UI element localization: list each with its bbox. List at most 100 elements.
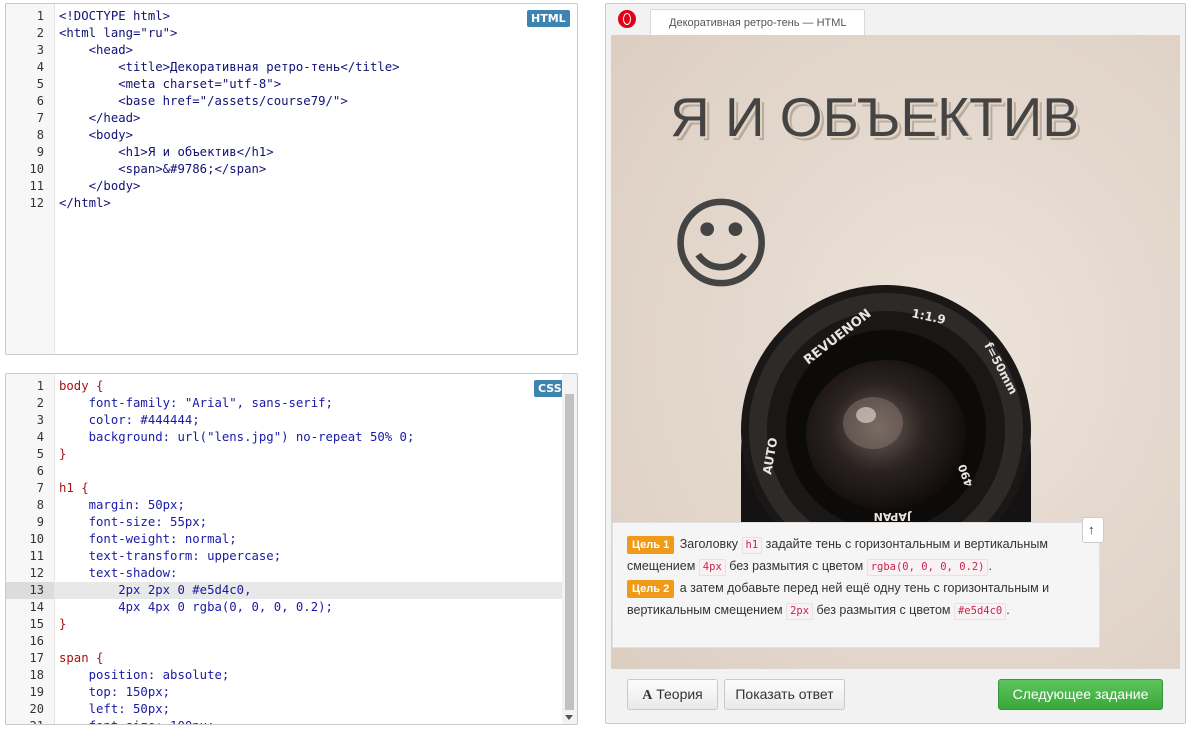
code-line[interactable]: 15} — [6, 616, 577, 633]
goal-text: без размытия с цветом — [725, 559, 867, 573]
html-editor-lines[interactable]: 1 <!DOCTYPE html> 2 <html lang="ru"> 3 <head… — [6, 8, 577, 212]
line-code[interactable]: <body> — [59, 127, 133, 144]
smiley-icon: ☺ — [669, 186, 774, 303]
code-line[interactable]: 4 <title>Декоративная ретро-тень</title> — [6, 59, 577, 76]
code-line[interactable]: 17 span { — [6, 650, 577, 667]
line-number: 19 — [29, 685, 44, 699]
goal-text: без размытия с цветом — [813, 603, 954, 617]
code-line[interactable]: 21 font-size: 100px; — [6, 718, 577, 724]
line-number: 14 — [29, 600, 44, 614]
code-line[interactable]: 1 <!DOCTYPE html> — [6, 8, 577, 25]
code-line[interactable]: 1 body { — [6, 378, 577, 395]
code-line[interactable]: 11 </body> — [6, 178, 577, 195]
line-code[interactable]: </html> — [59, 195, 111, 212]
css-badge: CSS — [534, 380, 566, 397]
line-number: 2 — [36, 26, 44, 40]
code-line[interactable]: 8 margin: 50px; — [6, 497, 577, 514]
line-code[interactable]: <!DOCTYPE html> — [59, 8, 170, 25]
line-code[interactable]: 2px 2px 0 #e5d4c0, — [59, 582, 251, 599]
code-line[interactable]: 7 </head> — [6, 110, 577, 127]
line-code[interactable]: margin: 50px; — [59, 497, 185, 514]
arrow-up-icon: ↑ — [1088, 522, 1095, 537]
code-line[interactable]: 10 font-weight: normal; — [6, 531, 577, 548]
collapse-goals-button[interactable]: ↑ — [1082, 517, 1104, 543]
code-line[interactable]: 18 position: absolute; — [6, 667, 577, 684]
line-number: 8 — [36, 498, 44, 512]
line-code[interactable]: </body> — [59, 178, 141, 195]
code-line[interactable]: 3 color: #444444; — [6, 412, 577, 429]
line-code[interactable]: font-weight: normal; — [59, 531, 237, 548]
line-code[interactable]: background: url("lens.jpg") no-repeat 50… — [59, 429, 415, 446]
code-line[interactable]: 12 </html> — [6, 195, 577, 212]
line-code[interactable]: color: #444444; — [59, 412, 200, 429]
code-line[interactable]: 3 <head> — [6, 42, 577, 59]
line-number: 4 — [36, 430, 44, 444]
code-line[interactable]: 16 — [6, 633, 577, 650]
code-line[interactable]: 6 <base href="/assets/course79/"> — [6, 93, 577, 110]
scrollbar-thumb[interactable] — [565, 394, 574, 710]
code-line[interactable]: 8 <body> — [6, 127, 577, 144]
line-code[interactable]: <html lang="ru"> — [59, 25, 177, 42]
line-code[interactable]: text-transform: uppercase; — [59, 548, 282, 565]
line-number: 11 — [29, 179, 44, 193]
line-code[interactable]: position: absolute; — [59, 667, 230, 684]
goal-text: . — [1006, 603, 1010, 617]
code-line[interactable]: 13 2px 2px 0 #e5d4c0, — [6, 582, 577, 599]
line-code[interactable]: font-size: 55px; — [59, 514, 207, 531]
line-code[interactable]: <base href="/assets/course79/"> — [59, 93, 348, 110]
scroll-down-icon[interactable] — [565, 715, 573, 720]
code-line[interactable]: 9 font-size: 55px; — [6, 514, 577, 531]
line-number: 4 — [36, 60, 44, 74]
css-editor-scrollbar[interactable] — [562, 374, 577, 724]
line-number: 8 — [36, 128, 44, 142]
line-code[interactable]: } — [59, 446, 66, 463]
line-code[interactable]: body { — [59, 378, 103, 395]
theory-button[interactable]: A Теория — [627, 679, 718, 710]
line-code[interactable]: <meta charset="utf-8"> — [59, 76, 281, 93]
line-code[interactable]: h1 { — [59, 480, 89, 497]
code-line[interactable]: 7 h1 { — [6, 480, 577, 497]
line-code[interactable]: top: 150px; — [59, 684, 170, 701]
line-number: 13 — [6, 582, 54, 599]
show-answer-button[interactable]: Показать ответ — [724, 679, 845, 710]
code-line[interactable]: 12 text-shadow: — [6, 565, 577, 582]
css-editor-lines[interactable]: 1 body {2 font-family: "Arial", sans-seri… — [6, 378, 577, 724]
line-code[interactable]: font-family: "Arial", sans-serif; — [59, 395, 333, 412]
goal-label: Цель 2 — [627, 580, 675, 598]
code-line[interactable]: 2 font-family: "Arial", sans-serif; — [6, 395, 577, 412]
code-line[interactable]: 4 background: url("lens.jpg") no-repeat … — [6, 429, 577, 446]
line-code[interactable]: text-shadow: — [59, 565, 178, 582]
code-line[interactable]: 14 4px 4px 0 rgba(0, 0, 0, 0.2); — [6, 599, 577, 616]
line-code[interactable]: <h1>Я и объектив</h1> — [59, 144, 273, 161]
line-code[interactable]: <head> — [59, 42, 133, 59]
line-code[interactable]: font-size: 100px; — [59, 718, 215, 724]
code-line[interactable]: 5} — [6, 446, 577, 463]
line-code[interactable]: span { — [59, 650, 103, 667]
code-line[interactable]: 11 text-transform: uppercase; — [6, 548, 577, 565]
line-number: 12 — [29, 196, 44, 210]
line-code[interactable]: } — [59, 616, 66, 633]
code-chip: #e5d4c0 — [953, 603, 1007, 620]
code-line[interactable]: 20 left: 50px; — [6, 701, 577, 718]
code-line[interactable]: 2 <html lang="ru"> — [6, 25, 577, 42]
theory-label: Теория — [656, 686, 703, 702]
line-code[interactable]: </head> — [59, 110, 141, 127]
line-code[interactable]: <title>Декоративная ретро-тень</title> — [59, 59, 399, 76]
code-line[interactable]: 5 <meta charset="utf-8"> — [6, 76, 577, 93]
code-line[interactable]: 19 top: 150px; — [6, 684, 577, 701]
next-task-button[interactable]: Следующее задание — [998, 679, 1163, 710]
line-number: 5 — [36, 77, 44, 91]
line-code[interactable]: 4px 4px 0 rgba(0, 0, 0, 0.2); — [59, 599, 333, 616]
code-line[interactable]: 9 <h1>Я и объектив</h1> — [6, 144, 577, 161]
theory-icon: A — [642, 688, 653, 703]
line-number: 6 — [36, 94, 44, 108]
line-number: 3 — [36, 43, 44, 57]
line-code[interactable]: left: 50px; — [59, 701, 170, 718]
code-line[interactable]: 10 <span>&#9786;</span> — [6, 161, 577, 178]
code-line[interactable]: 6 — [6, 463, 577, 480]
goals-panel: Цель 1 Заголовку h1 задайте тень с гориз… — [612, 522, 1100, 648]
line-number: 16 — [29, 634, 44, 648]
css-editor[interactable]: 1 body {2 font-family: "Arial", sans-seri… — [5, 373, 578, 725]
html-editor[interactable]: 1 <!DOCTYPE html> 2 <html lang="ru"> 3 <head… — [5, 3, 578, 355]
line-code[interactable]: <span>&#9786;</span> — [59, 161, 266, 178]
